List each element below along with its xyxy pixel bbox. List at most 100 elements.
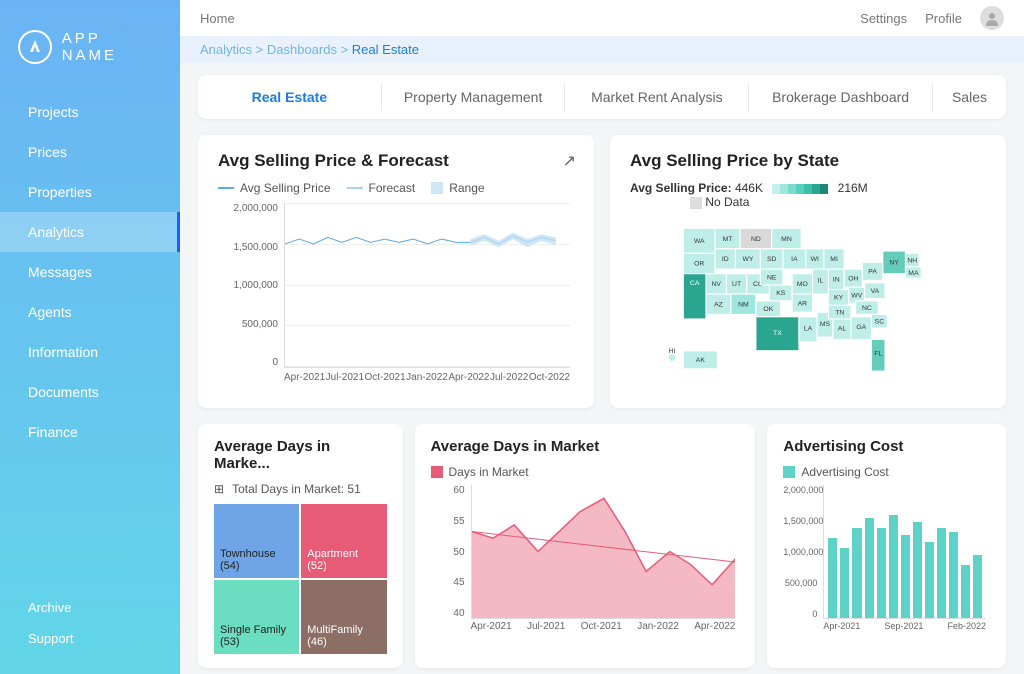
svg-text:OK: OK	[763, 306, 773, 313]
logo-icon	[18, 30, 52, 64]
sidebar-item-archive[interactable]: Archive	[0, 592, 180, 623]
svg-text:OR: OR	[694, 261, 704, 268]
treemap-cell[interactable]: Single Family (53)	[214, 580, 299, 654]
treemap-cell[interactable]: Apartment (52)	[301, 504, 386, 578]
sidebar-item-properties[interactable]: Properties	[0, 172, 180, 212]
svg-text:ID: ID	[722, 256, 729, 263]
breadcrumb: Analytics > Dashboards > Real Estate	[180, 36, 1024, 63]
svg-text:UT: UT	[732, 281, 741, 288]
svg-text:AK: AK	[696, 357, 706, 364]
svg-text:AZ: AZ	[714, 302, 723, 309]
sidebar-item-agents[interactable]: Agents	[0, 292, 180, 332]
legend-item: Forecast	[347, 181, 416, 195]
svg-text:TX: TX	[773, 330, 782, 337]
tab-market-rent[interactable]: Market Rent Analysis	[565, 83, 749, 111]
sidebar-item-support[interactable]: Support	[0, 623, 180, 654]
treemap-subtitle: ⊞ Total Days in Market: 51	[214, 482, 387, 496]
svg-text:WV: WV	[851, 292, 862, 299]
svg-text:HI: HI	[669, 348, 676, 355]
svg-text:NV: NV	[711, 281, 721, 288]
card-forecast: Avg Selling Price & Forecast ↗ Avg Selli…	[198, 135, 594, 408]
sidebar: APP NAME Projects Prices Properties Anal…	[0, 0, 180, 674]
svg-text:MI: MI	[830, 256, 838, 263]
tab-property-management[interactable]: Property Management	[382, 83, 566, 111]
svg-text:MO: MO	[797, 281, 808, 288]
treemap-cell[interactable]: Townhouse (54)	[214, 504, 299, 578]
svg-text:CA: CA	[690, 280, 700, 287]
tab-sales[interactable]: Sales	[933, 83, 1006, 111]
us-map[interactable]: WA OR MT ND MN ID WY SD IA WI MI CA NV U…	[630, 217, 986, 387]
svg-text:MS: MS	[820, 321, 831, 328]
topbar: Home Settings Profile	[180, 0, 1024, 36]
svg-text:WY: WY	[742, 256, 753, 263]
days-chart: 60 55 50 45 40 Apr-2021	[431, 485, 740, 635]
tree-icon: ⊞	[214, 482, 224, 496]
svg-text:SC: SC	[875, 319, 885, 326]
svg-text:ND: ND	[751, 236, 761, 243]
main: Home Settings Profile Analytics > Dashbo…	[180, 0, 1024, 674]
svg-text:KS: KS	[776, 290, 786, 297]
svg-text:IL: IL	[818, 278, 824, 285]
svg-text:NE: NE	[767, 274, 777, 281]
svg-text:WI: WI	[811, 256, 819, 263]
svg-text:PA: PA	[868, 269, 877, 276]
svg-text:LA: LA	[804, 325, 813, 332]
expand-icon[interactable]: ↗	[563, 151, 576, 171]
svg-text:MN: MN	[781, 236, 792, 243]
tab-brokerage[interactable]: Brokerage Dashboard	[749, 83, 933, 111]
home-link[interactable]: Home	[200, 11, 235, 26]
svg-text:NH: NH	[907, 257, 917, 264]
map-legend: Avg Selling Price: 446K 216M No Data	[630, 181, 986, 209]
svg-text:MA: MA	[908, 270, 919, 277]
svg-text:VA: VA	[871, 288, 880, 295]
legend: Avg Selling Price Forecast Range	[218, 181, 574, 195]
avatar[interactable]	[980, 6, 1004, 30]
svg-text:IN: IN	[833, 277, 840, 284]
logo: APP NAME	[0, 0, 180, 92]
svg-text:KY: KY	[834, 295, 844, 302]
sidebar-item-messages[interactable]: Messages	[0, 252, 180, 292]
forecast-chart: 2,000,000 1,500,000 1,000,000 500,000 0 …	[218, 203, 574, 392]
svg-text:AR: AR	[798, 300, 808, 307]
breadcrumb-real-estate[interactable]: Real Estate	[352, 42, 419, 57]
breadcrumb-analytics[interactable]: Analytics	[200, 42, 252, 57]
svg-text:NC: NC	[862, 305, 872, 312]
card-advertising: Advertising Cost Advertising Cost 2,000,…	[767, 424, 1006, 668]
sidebar-item-prices[interactable]: Prices	[0, 132, 180, 172]
svg-text:AL: AL	[838, 325, 847, 332]
breadcrumb-dashboards[interactable]: Dashboards	[267, 42, 337, 57]
svg-text:NM: NM	[738, 302, 749, 309]
logo-text: APP NAME	[62, 30, 162, 64]
svg-text:FL: FL	[874, 350, 882, 357]
svg-text:WA: WA	[694, 238, 705, 245]
advertising-chart: 2,000,000 1,500,000 1,000,000 500,000 0 …	[783, 485, 990, 635]
svg-text:TN: TN	[835, 309, 844, 316]
legend-item: Range	[431, 181, 484, 195]
sidebar-item-information[interactable]: Information	[0, 332, 180, 372]
card-treemap: Average Days in Marke... ⊞ Total Days in…	[198, 424, 403, 668]
nav-main: Projects Prices Properties Analytics Mes…	[0, 92, 180, 592]
treemap-cell[interactable]: MultiFamily (46)	[301, 580, 386, 654]
svg-text:SD: SD	[767, 256, 777, 263]
card-state-map: Avg Selling Price by State Avg Selling P…	[610, 135, 1006, 408]
svg-text:IA: IA	[791, 256, 798, 263]
content: Avg Selling Price & Forecast ↗ Avg Selli…	[180, 119, 1024, 674]
svg-text:OH: OH	[848, 275, 858, 282]
legend-item: Avg Selling Price	[218, 181, 331, 195]
settings-link[interactable]: Settings	[860, 11, 907, 26]
svg-text:GA: GA	[856, 324, 866, 331]
card-title: Average Days in Marke...	[214, 438, 387, 472]
sidebar-item-projects[interactable]: Projects	[0, 92, 180, 132]
sidebar-item-analytics[interactable]: Analytics	[0, 212, 180, 252]
sidebar-item-finance[interactable]: Finance	[0, 412, 180, 452]
tab-real-estate[interactable]: Real Estate	[198, 83, 382, 111]
card-days-line: Average Days in Market Days in Market 60…	[415, 424, 756, 668]
nav-bottom: Archive Support	[0, 592, 180, 674]
svg-text:NY: NY	[889, 260, 899, 267]
svg-text:MT: MT	[723, 236, 733, 243]
profile-link[interactable]: Profile	[925, 11, 962, 26]
card-title: Avg Selling Price & Forecast	[218, 151, 574, 171]
treemap[interactable]: Townhouse (54) Apartment (52) Single Fam…	[214, 504, 387, 654]
sidebar-item-documents[interactable]: Documents	[0, 372, 180, 412]
card-title: Avg Selling Price by State	[630, 151, 986, 171]
